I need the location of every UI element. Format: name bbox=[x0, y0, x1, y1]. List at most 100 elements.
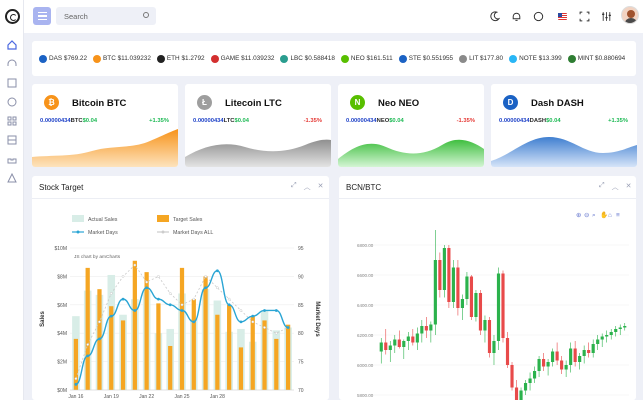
close-icon[interactable]: ✕ bbox=[318, 182, 324, 192]
y2-tick-label: 95 bbox=[298, 246, 304, 252]
bar-target-sales bbox=[109, 306, 114, 390]
point-market-days bbox=[86, 354, 90, 358]
menu-toggle-button[interactable] bbox=[33, 7, 51, 25]
close-icon[interactable]: ✕ bbox=[626, 182, 632, 192]
coin-card-dash[interactable]: D Dash DASH 0.00000434DASH$0.04 +1.35% bbox=[491, 84, 637, 167]
point-market-days bbox=[204, 286, 207, 290]
bar-target-sales bbox=[168, 345, 173, 390]
stock-target-panel: Stock Target ⤢ ︿ ✕ Actual Sales Target Sa… bbox=[32, 176, 329, 400]
search-input[interactable] bbox=[56, 7, 156, 25]
y-tick-label: 6400.00 bbox=[357, 303, 374, 308]
fullscreen-icon[interactable] bbox=[578, 10, 590, 22]
ticker-item[interactable]: LIT $177.80 bbox=[459, 54, 503, 63]
bar-target-sales bbox=[144, 272, 149, 390]
coin-wave-area bbox=[185, 139, 331, 167]
chart-menu-icon[interactable]: ≡ bbox=[616, 212, 620, 219]
point-market-days bbox=[239, 320, 243, 324]
ticker-text: LBC $0.588418 bbox=[290, 55, 335, 62]
ticker-item[interactable]: NEO $161.511 bbox=[340, 54, 393, 63]
coin-card-btc[interactable]: ₿ Bitcoin BTC 0.00000434BTC$0.04 +1.35% bbox=[32, 84, 178, 167]
y-axis-title: Sales bbox=[40, 311, 46, 327]
chart-annotation: JS chart by amCharts bbox=[74, 254, 121, 260]
point-market-days-all bbox=[180, 303, 184, 307]
ticker-text: STE $0.551955 bbox=[408, 55, 454, 62]
ticker-item[interactable]: NOTE $13.399 bbox=[509, 54, 562, 63]
moon-icon[interactable] bbox=[488, 10, 500, 22]
mint-coin-icon bbox=[567, 54, 576, 63]
candle-body bbox=[537, 359, 541, 371]
headphones-icon[interactable] bbox=[6, 58, 18, 70]
ticker-item[interactable]: GAME $11.039232 bbox=[210, 54, 275, 63]
point-market-days-all bbox=[274, 331, 278, 335]
candle-body bbox=[510, 365, 514, 388]
zoom-in-icon[interactable]: ⊕ bbox=[576, 212, 582, 219]
expand-icon[interactable]: ⤢ bbox=[599, 182, 605, 192]
neo-coin-icon bbox=[340, 54, 349, 63]
bar-target-sales bbox=[285, 324, 291, 390]
candle-body bbox=[474, 293, 478, 317]
point-market-days-all bbox=[192, 297, 196, 301]
user-avatar[interactable] bbox=[621, 6, 639, 24]
y2-tick-label: 90 bbox=[298, 274, 304, 280]
collapse-icon[interactable]: ︿ bbox=[612, 182, 619, 192]
x-tick-label: Jan 22 bbox=[139, 394, 154, 400]
bar-target-sales bbox=[250, 316, 255, 390]
ticker-item[interactable]: LBC $0.588418 bbox=[280, 54, 335, 63]
ltc-coin-icon: Ł bbox=[197, 95, 212, 110]
ticker-item[interactable]: STE $0.551955 bbox=[398, 54, 454, 63]
expand-icon[interactable]: ⤢ bbox=[291, 182, 297, 192]
candle-body bbox=[465, 276, 469, 299]
ticker-item[interactable]: BTC $11.039232 bbox=[93, 54, 151, 63]
layout-icon[interactable] bbox=[6, 134, 18, 146]
point-market-days bbox=[168, 303, 172, 307]
ticker-item[interactable]: DAS $769.22 bbox=[39, 54, 87, 63]
chat-icon[interactable] bbox=[532, 10, 544, 22]
settings-sliders-icon[interactable] bbox=[600, 10, 612, 22]
coin-change: -1.35% bbox=[303, 118, 322, 124]
ste-coin-icon bbox=[398, 54, 407, 63]
legend-label: Actual Sales bbox=[88, 217, 118, 223]
legend-swatch bbox=[157, 215, 169, 222]
zoom-select-icon[interactable]: ⌕ bbox=[592, 212, 596, 219]
pan-icon[interactable]: ✋ bbox=[600, 211, 608, 219]
candle-body bbox=[551, 351, 555, 362]
coin-value: 0.00000434NEO$0.04 bbox=[346, 118, 404, 124]
btc-coin-icon: ₿ bbox=[44, 95, 59, 110]
coin-card-ltc[interactable]: Ł Litecoin LTC 0.00000434LTC$0.04 -1.35% bbox=[185, 84, 331, 167]
reset-zoom-icon[interactable]: ⌂ bbox=[608, 212, 612, 219]
inbox-icon[interactable] bbox=[6, 153, 18, 165]
bell-icon[interactable] bbox=[510, 10, 522, 22]
ticker-item[interactable]: MINT $0.880694 bbox=[567, 54, 625, 63]
candle-body bbox=[578, 356, 582, 362]
search-icon[interactable] bbox=[143, 12, 149, 18]
app-logo[interactable] bbox=[5, 9, 20, 24]
coin-symbol: DASH bbox=[529, 118, 547, 124]
candle-body bbox=[528, 378, 532, 383]
candle-body bbox=[564, 365, 568, 370]
clock-icon[interactable] bbox=[6, 96, 18, 108]
collapse-icon[interactable]: ︿ bbox=[304, 182, 311, 192]
ticker-item[interactable]: ETH $1.2792 bbox=[156, 54, 205, 63]
bar-target-sales bbox=[215, 314, 220, 390]
coin-card-neo[interactable]: N Neo NEO 0.00000434NEO$0.04 -1.35% bbox=[338, 84, 484, 167]
y-tick-label: $2M bbox=[57, 360, 67, 366]
ticker-text: GAME $11.039232 bbox=[220, 55, 275, 62]
candle-body bbox=[402, 341, 406, 347]
grid-icon[interactable] bbox=[6, 115, 18, 127]
home-icon[interactable] bbox=[6, 39, 18, 51]
candle-body bbox=[492, 341, 496, 353]
note-coin-icon bbox=[509, 54, 518, 63]
panel-title: Stock Target bbox=[39, 183, 84, 192]
stock-target-chart: Actual Sales Target Sales Market Days Marke… bbox=[40, 215, 320, 400]
lit-coin-icon bbox=[459, 54, 468, 63]
zoom-out-icon[interactable]: ⊖ bbox=[584, 212, 590, 219]
point-market-days bbox=[98, 337, 101, 341]
point-market-days bbox=[227, 303, 231, 307]
point-market-days-all bbox=[86, 343, 90, 346]
alert-icon[interactable] bbox=[6, 172, 18, 184]
us-flag-icon[interactable] bbox=[558, 13, 567, 20]
coin-change: +1.35% bbox=[608, 118, 628, 124]
edit-icon[interactable] bbox=[6, 77, 18, 89]
candle-body bbox=[609, 332, 613, 335]
point-market-days-all bbox=[157, 275, 160, 278]
